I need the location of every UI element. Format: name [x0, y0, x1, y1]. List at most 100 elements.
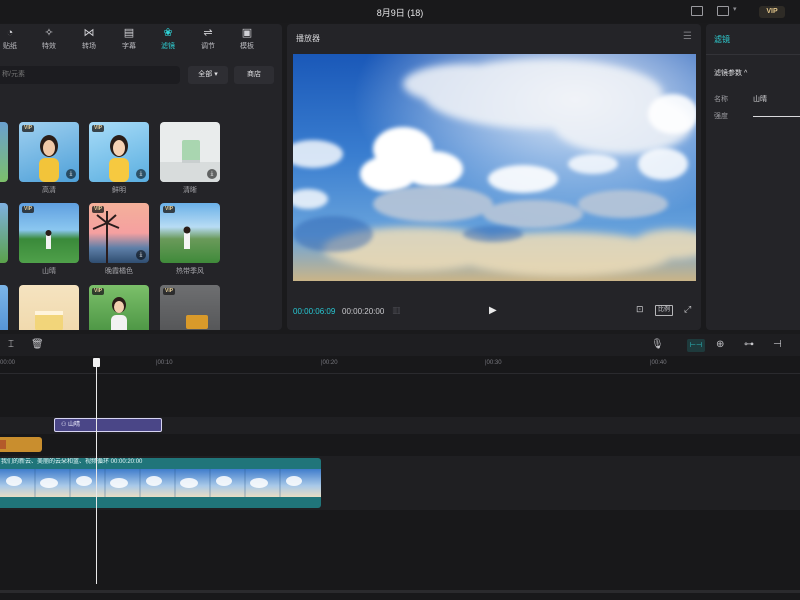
filter-card-vivid[interactable]: VIP ⤓	[89, 122, 149, 182]
layout-icon[interactable]	[691, 6, 703, 16]
filter-label: 清晰	[183, 187, 197, 194]
name-value: 山晴	[753, 96, 767, 103]
video-clip-label: 我们的新云、美丽的云朵和蓝、视频循环 00:00:20:00	[1, 459, 143, 465]
intensity-slider[interactable]	[753, 116, 800, 117]
tab-effects[interactable]: ✧ 特效	[33, 27, 65, 53]
timeline-scrollbar[interactable]	[0, 590, 800, 593]
effect-clip[interactable]	[0, 437, 42, 452]
vip-badge: VIP	[92, 125, 105, 132]
download-icon[interactable]: ⤓	[66, 169, 76, 179]
filter-all-dropdown[interactable]: 全部 ▾	[188, 66, 228, 84]
preview-axis-icon[interactable]: ⊶	[744, 339, 754, 350]
tab-filter[interactable]: ❀ 滤镜	[152, 27, 184, 53]
video-thumbnail-strip	[0, 469, 321, 497]
play-button[interactable]: ▶	[489, 305, 497, 316]
link-icon[interactable]: ⊕	[716, 339, 724, 350]
video-clip[interactable]: 我们的新云、美丽的云朵和蓝、视频循环 00:00:20:00	[0, 458, 321, 508]
vip-badge: VIP	[92, 206, 105, 213]
filter-card-tropical[interactable]: VIP	[160, 203, 220, 263]
filter-label: 鲜明	[112, 187, 126, 194]
tab-label: 字幕	[122, 43, 136, 50]
category-tabs: ◔ 贴纸 ✧ 特效 ⋈ 转场 ▤ 字幕 ❀ 滤镜 ⇌ 调节 ▣ 模板	[0, 24, 282, 54]
ruler-mark: 00:00	[0, 360, 16, 366]
template-icon: ▣	[241, 27, 253, 39]
time-ruler[interactable]: 00:00 |00:10 |00:20 |00:30 |00:40	[0, 356, 800, 374]
ruler-mark: |00:10	[156, 360, 173, 366]
playhead-line[interactable]	[96, 358, 97, 584]
delete-icon[interactable]: 🗑	[31, 339, 44, 350]
fit-screen-icon[interactable]: ⊡	[636, 304, 644, 315]
tab-template[interactable]: ▣ 模板	[231, 27, 263, 53]
fullscreen-icon[interactable]: ⤢	[684, 304, 691, 315]
vip-badge: VIP	[163, 288, 176, 295]
filter-card-garden[interactable]: VIP	[89, 285, 149, 330]
filter-icon: ❀	[163, 27, 173, 39]
tab-label: 贴纸	[3, 43, 17, 50]
playhead-handle[interactable]	[93, 358, 100, 367]
tab-subtitle[interactable]: ▤ 字幕	[113, 27, 145, 53]
filter-thumbnail-partial[interactable]	[0, 203, 8, 263]
intensity-label: 强度	[714, 113, 728, 120]
player-panel: 播放器 ☰ 00:00:06:09 00:00:20:00 ▥ ▶ ⊡ 比例 ⤢	[287, 24, 701, 330]
tab-label: 特效	[42, 43, 56, 50]
search-input[interactable]	[0, 66, 180, 84]
filter-clip[interactable]: ⚇ 山晴	[54, 418, 162, 432]
timeline-panel: ⌶ 🗑 🎙 ⊢⊣ ⊕ ⊶ ⊣ 00:00 |00:10 |00:20 |00:3…	[0, 334, 800, 600]
name-label: 名称	[714, 96, 728, 103]
filter-card-hd[interactable]: VIP ⤓	[19, 122, 79, 182]
chevron-down-icon[interactable]: ▾	[733, 5, 737, 13]
monitor-icon[interactable]	[717, 6, 729, 16]
tab-adjust[interactable]: ⇌ 调节	[192, 27, 224, 53]
filter-thumbnail-partial[interactable]	[0, 122, 8, 182]
cake-thumbnail	[35, 311, 63, 330]
tab-label: 模板	[240, 43, 254, 50]
clip-handle[interactable]	[0, 440, 6, 449]
properties-tab-filter[interactable]: 滤镜	[714, 34, 730, 45]
ruler-mark: |00:40	[650, 360, 667, 366]
ruler-mark: |00:30	[485, 360, 502, 366]
transition-icon: ⋈	[83, 27, 95, 39]
grid-icon[interactable]: ▥	[392, 305, 401, 316]
filter-card-clear[interactable]: ⤓	[160, 122, 220, 182]
filter-thumbnail-partial[interactable]	[0, 285, 8, 330]
filter-params-section[interactable]: 滤镜参数 ^	[714, 68, 747, 78]
video-preview[interactable]	[293, 54, 696, 281]
filter-label: 高清	[42, 187, 56, 194]
download-icon[interactable]: ⤓	[136, 250, 146, 260]
total-time: 00:00:20:00	[342, 307, 385, 316]
sticker-icon: ◔	[6, 27, 14, 39]
aspect-ratio-button[interactable]: 比例	[655, 305, 674, 316]
title-bar: 8月9日 (18) ▾ VIP	[0, 0, 800, 23]
snap-toggle[interactable]: ⊢⊣	[687, 339, 705, 352]
download-icon[interactable]: ⤓	[136, 169, 146, 179]
tab-label: 滤镜	[161, 43, 175, 50]
download-icon[interactable]: ⤓	[207, 169, 217, 179]
filter-card-sunset-orange[interactable]: VIP ⤓	[89, 203, 149, 263]
project-title: 8月9日 (18)	[376, 8, 424, 18]
tab-transition[interactable]: ⋈ 转场	[73, 27, 105, 53]
tab-sticker[interactable]: ◔ 贴纸	[0, 27, 26, 53]
tab-label: 调节	[201, 43, 215, 50]
microphone-icon[interactable]: 🎙	[651, 339, 664, 350]
adjust-icon: ⇌	[203, 27, 213, 39]
divider	[706, 54, 800, 55]
split-icon[interactable]: ⌶	[8, 339, 14, 350]
menu-icon[interactable]: ☰	[683, 31, 692, 42]
subtitle-icon: ▤	[123, 27, 135, 39]
filter-card-sunny[interactable]: VIP	[19, 203, 79, 263]
vip-badge: VIP	[22, 125, 35, 132]
effects-panel: ◔ 贴纸 ✧ 特效 ⋈ 转场 ▤ 字幕 ❀ 滤镜 ⇌ 调节 ▣ 模板 全部 ▾ …	[0, 24, 282, 330]
effects-icon: ✧	[44, 27, 54, 39]
filter-label: 热带季风	[176, 268, 204, 275]
timeline-toolbar: ⌶ 🗑 🎙 ⊢⊣ ⊕ ⊶ ⊣	[0, 334, 800, 356]
vip-button[interactable]: VIP	[759, 6, 785, 18]
ruler-mark: |00:20	[321, 360, 338, 366]
filter-label: 晚霞橘色	[105, 268, 133, 275]
zoom-icon[interactable]: ⊣	[773, 339, 782, 350]
vip-badge: VIP	[92, 288, 105, 295]
store-button[interactable]: 商店	[234, 66, 274, 84]
filter-label: 山晴	[42, 268, 56, 275]
filter-card-street[interactable]: VIP	[160, 285, 220, 330]
vip-badge: VIP	[163, 206, 176, 213]
filter-card-cake[interactable]	[19, 285, 79, 330]
